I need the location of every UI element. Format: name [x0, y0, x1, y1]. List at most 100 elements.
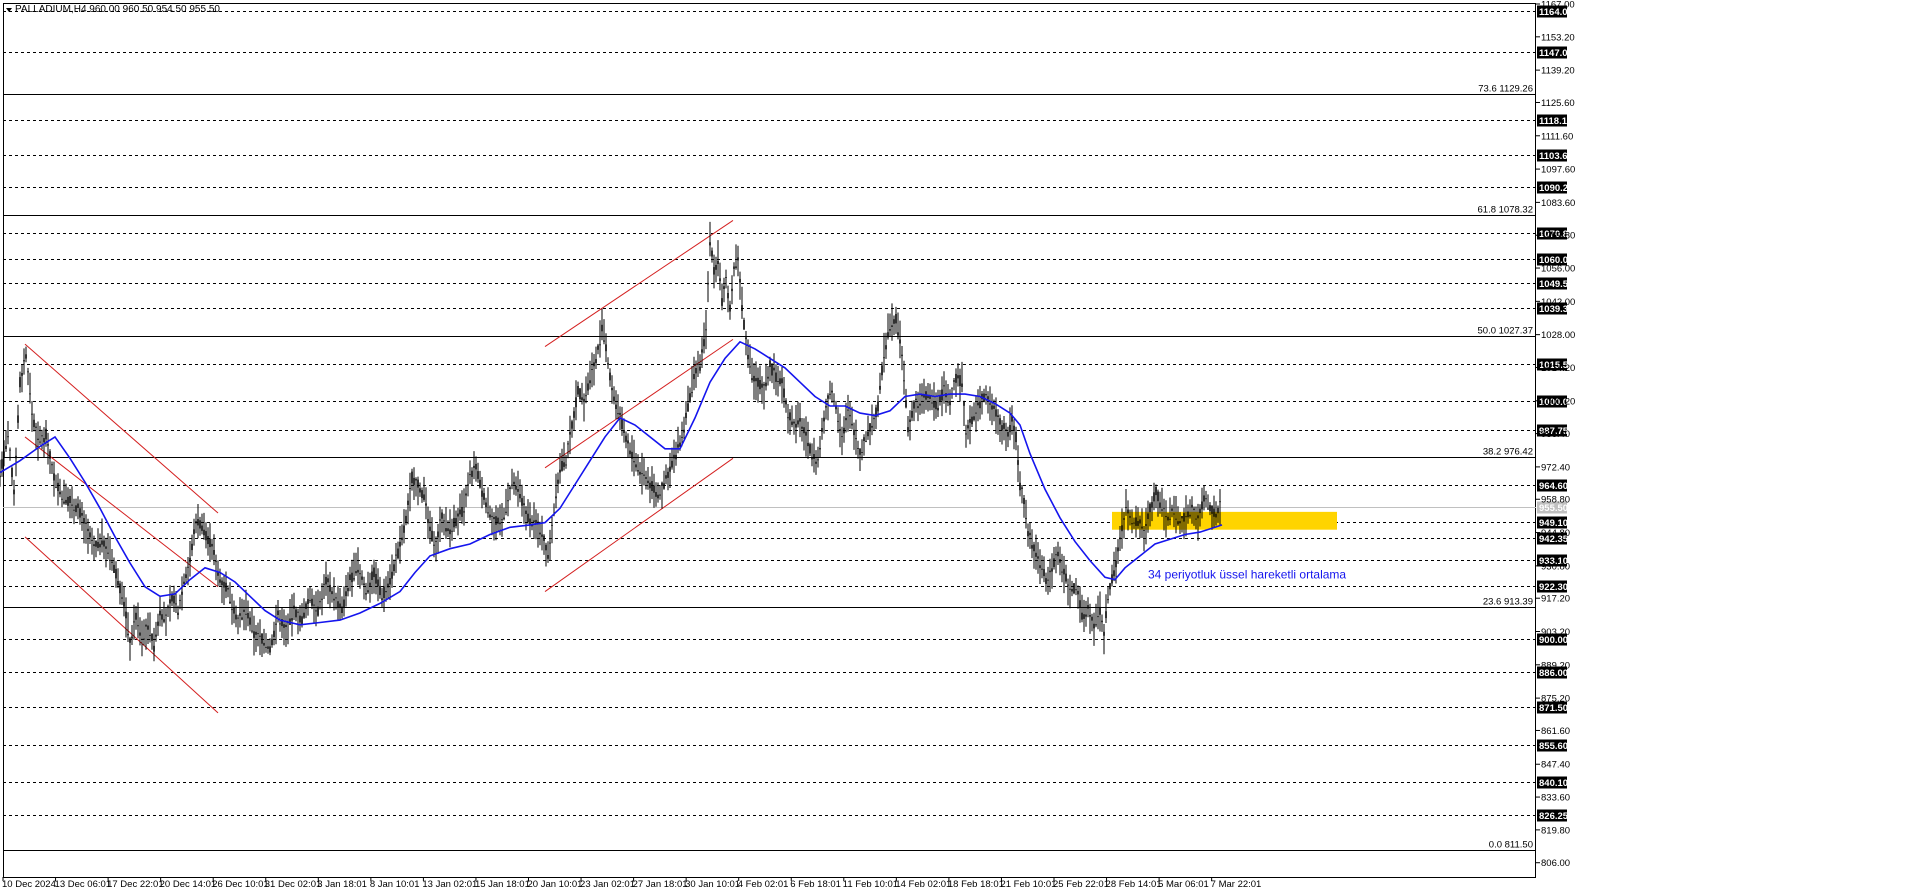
price-candle-body: [963, 401, 965, 406]
price-candle-body: [477, 471, 479, 479]
y-tick-label: 1083.60: [1541, 198, 1575, 209]
price-candle-body: [1201, 501, 1203, 510]
price-candle-body: [1213, 508, 1215, 517]
price-candle-body: [211, 543, 213, 547]
price-candle-body: [819, 448, 821, 450]
price-candle-body: [231, 609, 233, 611]
price-candle-body: [441, 512, 443, 519]
y-tick-label: 972.40: [1541, 462, 1570, 473]
price-candle-body: [605, 344, 607, 352]
price-candle-body: [715, 264, 717, 270]
price-candle-body: [681, 436, 683, 438]
price-candle-body: [157, 621, 159, 626]
price-candle-body: [1, 459, 3, 469]
price-candle-body: [541, 534, 543, 537]
price-candle-body: [667, 471, 669, 478]
price-candle-body: [177, 612, 179, 615]
price-candle-body: [627, 440, 629, 444]
price-candle-body: [435, 540, 437, 542]
price-candle-body: [95, 540, 97, 547]
price-candle-body: [301, 616, 303, 625]
price-candle-body: [35, 426, 37, 428]
price-candle-body: [803, 427, 805, 434]
x-tick-label: 11 Feb 10:01: [843, 879, 898, 888]
price-candle-body: [109, 559, 111, 561]
price-candle-body: [259, 635, 261, 637]
price-candle-body: [89, 532, 91, 538]
price-candle-body: [1215, 513, 1217, 518]
price-candle-body: [623, 430, 625, 433]
price-candle-body: [133, 621, 135, 623]
price-candle-body: [639, 471, 641, 475]
price-candle-body: [957, 375, 959, 379]
price-candle-body: [887, 332, 889, 338]
price-candle-body: [567, 443, 569, 445]
price-candle-body: [653, 485, 655, 493]
price-candle-body: [147, 625, 149, 630]
price-candle-body: [439, 519, 441, 521]
price-candle-body: [883, 357, 885, 359]
price-candle-body: [315, 610, 317, 612]
price-candle-body: [115, 568, 117, 579]
y-tick-label: 1042.00: [1541, 297, 1575, 308]
price-candle-body: [1099, 607, 1101, 615]
price-candle-body: [279, 623, 281, 625]
price-candle-body: [87, 528, 89, 532]
price-candle-body: [1049, 570, 1051, 573]
y-tick-label: 1097.60: [1541, 165, 1575, 176]
price-candle-body: [721, 298, 723, 306]
price-candle-body: [827, 395, 829, 399]
price-candle-body: [449, 529, 451, 535]
price-candle-body: [729, 304, 731, 312]
price-candle-body: [1205, 498, 1207, 500]
price-candle-body: [1089, 615, 1091, 617]
price-candle-body: [57, 482, 59, 492]
price-candle-body: [867, 431, 869, 437]
price-candle-body: [69, 496, 71, 503]
price-candle-body: [663, 483, 665, 489]
price-candle-body: [1059, 559, 1061, 563]
price-candle-body: [347, 588, 349, 592]
price-candle-body: [113, 564, 115, 573]
price-candle-body: [1021, 487, 1023, 489]
price-candle-body: [771, 364, 773, 376]
price-candle-body: [731, 288, 733, 292]
price-candle-body: [707, 282, 709, 285]
y-tick-label: 917.20: [1541, 594, 1570, 605]
price-candle-body: [143, 638, 145, 640]
price-candle-body: [433, 544, 435, 546]
price-candle-body: [273, 630, 275, 637]
price-candle-body: [1211, 505, 1213, 514]
annotations: 34 periyotluk üssel hareketli ortalama: [1148, 567, 1346, 581]
price-candle-body: [353, 578, 355, 580]
price-candle-body: [1043, 569, 1045, 577]
price-candle-body: [505, 511, 507, 513]
price-candle-body: [469, 474, 471, 476]
price-candle-body: [1041, 568, 1043, 570]
price-candle-body: [251, 630, 253, 632]
y-tick-label: 1056.00: [1541, 264, 1575, 275]
price-candle-body: [51, 464, 53, 466]
x-tick-label: 17 Dec 22:01: [107, 879, 164, 888]
price-candle-body: [123, 601, 125, 607]
price-candle-body: [677, 444, 679, 448]
y-tick-label: 1069.80: [1541, 231, 1575, 242]
price-candle-body: [385, 591, 387, 593]
price-candle-body: [751, 378, 753, 381]
price-candle-body: [1091, 616, 1093, 621]
chart-header: PALLADIUM,H4 960.00 960.50 954.50 955.50: [6, 4, 220, 15]
y-tick-label: 1125.60: [1541, 98, 1575, 109]
price-candle-body: [49, 451, 51, 459]
price-candle-body: [1187, 511, 1189, 518]
price-candle-body: [181, 591, 183, 595]
price-candle-body: [533, 520, 535, 522]
price-candle-body: [41, 435, 43, 437]
price-candle-body: [1005, 429, 1007, 431]
price-candle-body: [1027, 531, 1029, 537]
x-tick-label: 8 Jan 10:01: [370, 879, 420, 888]
price-candle-body: [187, 566, 189, 568]
price-candle-body: [277, 610, 279, 615]
price-candle-body: [519, 494, 521, 499]
price-candle-body: [413, 477, 415, 485]
price-candle-body: [559, 469, 561, 473]
